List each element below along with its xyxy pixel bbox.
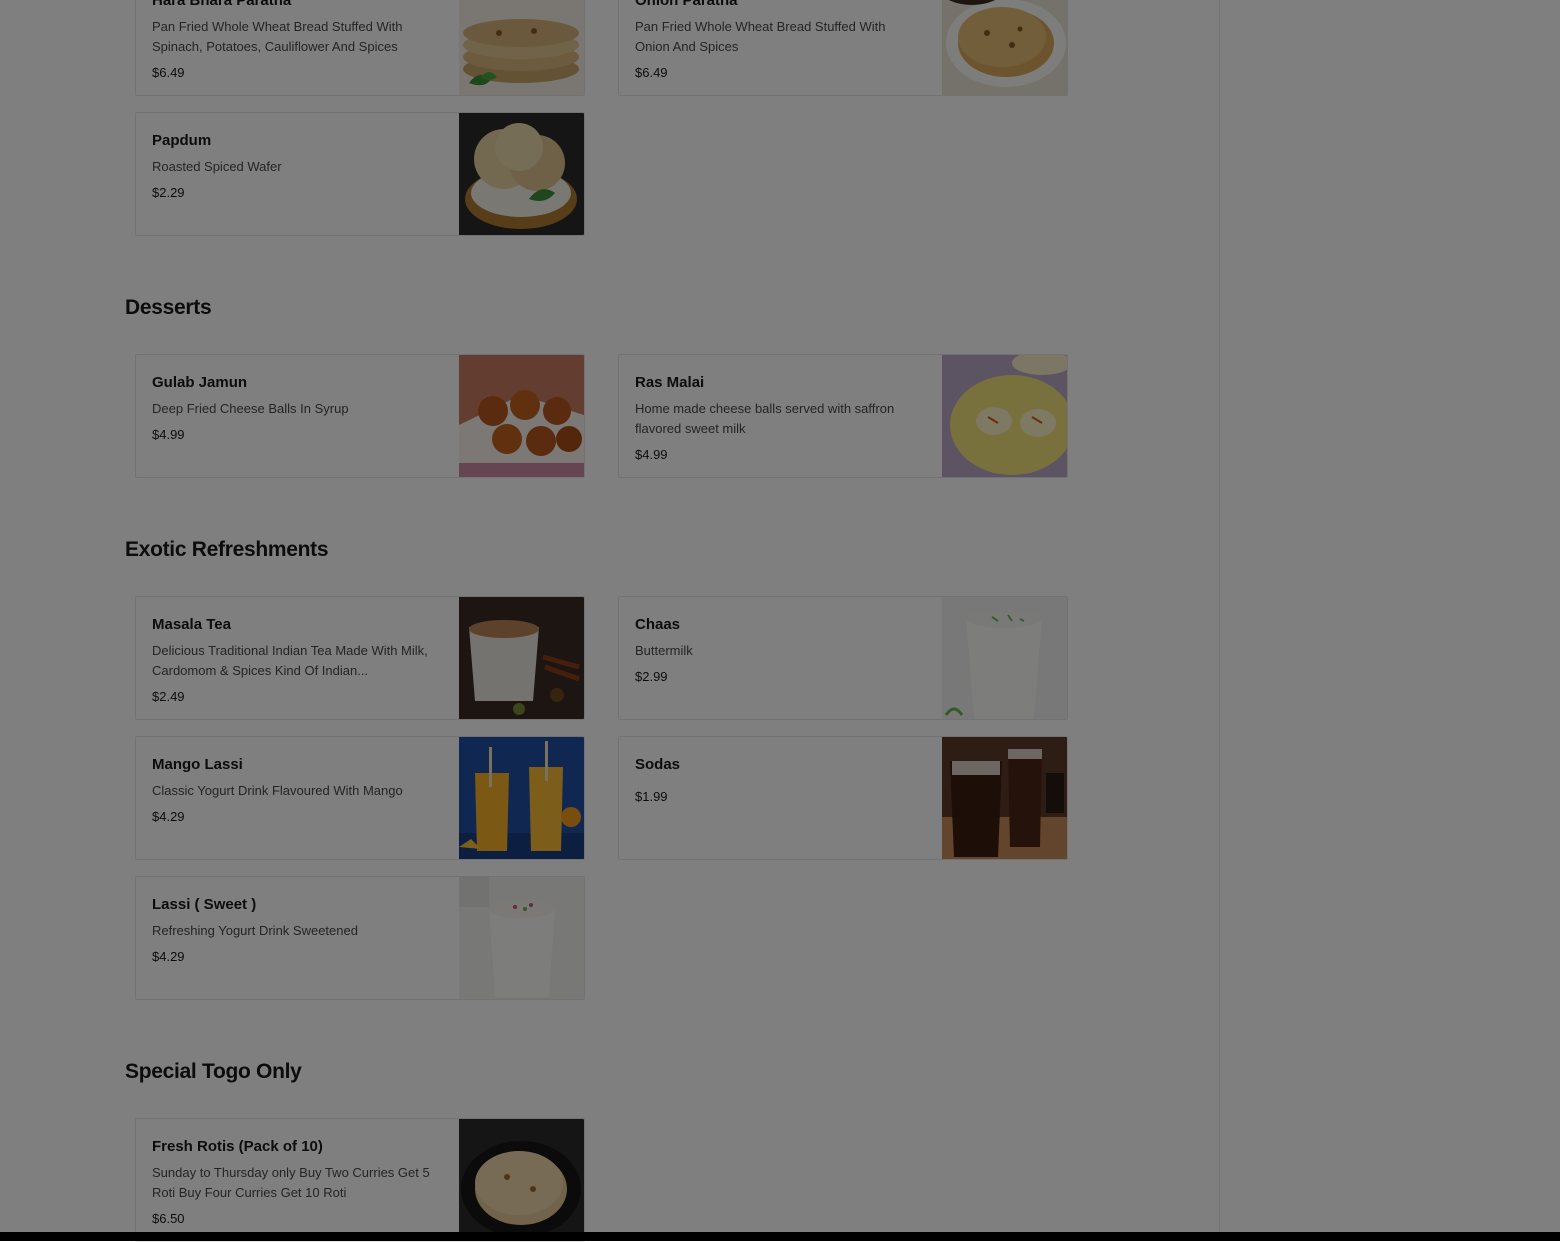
modal-backdrop-overlay[interactable] [0,0,1560,1232]
menu-page: Hara Bhara Paratha Pan Fried Whole Wheat… [0,0,1560,1242]
bottom-bar [0,1232,1560,1241]
